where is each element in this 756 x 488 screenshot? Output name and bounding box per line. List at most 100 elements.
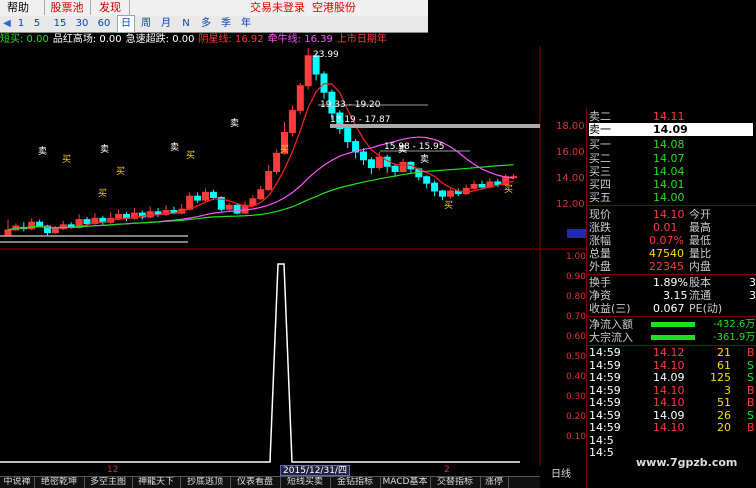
tick-price: 14.10: [653, 396, 685, 409]
tick-row: 14:59 14.09 125 S: [589, 371, 755, 384]
date-axis: 12 2: [0, 465, 540, 476]
login-status[interactable]: 交易未登录 空港股份: [250, 0, 356, 15]
ask2-price: 14.11: [653, 110, 685, 123]
tick-side: S: [747, 371, 754, 384]
watermark: www.7gpzb.com: [636, 456, 738, 469]
tick-volume: 20: [717, 421, 731, 434]
bid5-label: 买五: [589, 191, 611, 204]
tick-volume: 3: [724, 383, 731, 397]
candle-body: [446, 190, 454, 197]
indicator-axis-label-1: 0.90: [565, 272, 586, 282]
candlestick-chart[interactable]: 23.99 19.33 - 19.20 18.19 - 17.87 15.98 - 1…: [0, 46, 586, 466]
period-15[interactable]: 15: [50, 16, 70, 32]
candle-body: [51, 228, 59, 234]
tab-7[interactable]: 金钻指标: [330, 477, 381, 488]
tab-3[interactable]: 神龍天下: [132, 477, 181, 488]
tick-time: 14:59: [589, 396, 621, 409]
price-axis-16: 16.00: [556, 147, 585, 158]
candle-body: [391, 165, 399, 173]
vr-label: 量比: [689, 247, 711, 260]
signal-label: 卖: [38, 146, 47, 157]
tick-volume: 61: [717, 358, 731, 372]
tab-10[interactable]: 涨停: [480, 477, 509, 488]
quote-panel: 卖二 14.11 卖一 14.09 买一 14.08 买二 14.07 买三 14.04 …: [586, 108, 756, 487]
inner-label: 内盘: [689, 260, 711, 273]
price-axis-18: 18.00: [556, 121, 585, 132]
eps-label: 收益(三): [589, 302, 631, 315]
date-cursor: 2015/12/31/四: [280, 465, 350, 476]
bid4-price: 14.01: [653, 178, 685, 191]
period-month[interactable]: 月: [158, 16, 174, 32]
period-week[interactable]: 周: [138, 16, 154, 32]
candle-body: [83, 219, 91, 225]
signal-label: 买: [186, 150, 195, 161]
period-1[interactable]: 1: [14, 16, 28, 32]
tab-6[interactable]: 短线买卖: [280, 477, 331, 488]
bid1-label: 买一: [589, 138, 611, 151]
cap-value: 3: [749, 276, 756, 289]
discover-button[interactable]: 发现: [90, 0, 130, 15]
candle-body: [470, 184, 478, 189]
candle-body: [209, 191, 217, 199]
turnover-label: 换手: [589, 276, 611, 289]
indicator-legend-item-4: 牵牛线: 16.39: [267, 34, 333, 45]
range-label-2: 18.19 - 17.87: [330, 115, 391, 125]
candle-body: [367, 159, 375, 169]
tab-0[interactable]: 中说禅: [0, 477, 35, 488]
candle-body: [344, 128, 352, 143]
divider: [587, 205, 756, 206]
divider: [587, 316, 756, 317]
moving-averages-group: [7, 83, 514, 231]
candle-body: [423, 176, 431, 184]
nav-icon[interactable]: ◀: [2, 16, 12, 32]
price-axis-14: 14.00: [556, 173, 585, 184]
tick-side: S: [747, 358, 754, 372]
tab-1[interactable]: 绝密乾坤: [34, 477, 85, 488]
indicator-axis-label-4: 0.60: [565, 332, 586, 342]
nav-label: 净资: [589, 289, 611, 302]
tick-row: 14:5: [589, 434, 755, 447]
indicator-axis-label-3: 0.70: [565, 312, 586, 322]
period-n[interactable]: N: [178, 16, 194, 32]
bid3-label: 买三: [589, 165, 611, 178]
tick-row: 14:59 14.10 3 B: [589, 384, 755, 397]
candle-body: [273, 152, 281, 173]
stock-pool-button[interactable]: 股票池: [44, 0, 89, 15]
signal-label: 卖: [398, 144, 407, 155]
tab-2[interactable]: 多空主图: [84, 477, 133, 488]
moving-average-line-0: [7, 83, 514, 231]
period-quarter[interactable]: 季: [218, 16, 234, 32]
chg-label: 涨跌: [589, 221, 611, 234]
cap-label: 股本: [689, 276, 711, 289]
signal-label: 卖: [230, 118, 239, 129]
help-menu[interactable]: 帮助: [0, 0, 36, 15]
indicator-legend-item-1: 品红高场: 0.00: [52, 34, 122, 45]
tick-price: 14.10: [653, 358, 685, 372]
divider: [587, 274, 756, 275]
tab-4[interactable]: 抄底逃顶: [180, 477, 231, 488]
signal-label: 买: [98, 188, 107, 199]
signal-label: 买: [116, 166, 125, 177]
signal-label: 买: [62, 154, 71, 165]
period-30[interactable]: 30: [72, 16, 92, 32]
tab-9[interactable]: 交替指标: [430, 477, 481, 488]
vol-value: 47540: [649, 247, 684, 260]
outer-value: 22345: [649, 260, 684, 273]
candle-body: [288, 109, 296, 134]
period-year[interactable]: 年: [238, 16, 254, 32]
now-label: 现价: [589, 208, 611, 221]
tick-side: B: [747, 383, 755, 397]
period-5[interactable]: 5: [30, 16, 44, 32]
pct-label: 涨幅: [589, 234, 611, 247]
outer-label: 外盘: [589, 260, 611, 273]
signal-label: 卖: [170, 142, 179, 153]
bid3-price: 14.04: [653, 165, 685, 178]
tab-5[interactable]: 仪表看盘: [230, 477, 281, 488]
bid1-price: 14.08: [653, 138, 685, 151]
period-day[interactable]: 日: [117, 15, 135, 33]
period-multi[interactable]: 多: [198, 16, 214, 32]
bid5-price: 14.00: [653, 191, 685, 204]
period-60[interactable]: 60: [94, 16, 114, 32]
day-line-label[interactable]: 日线: [551, 465, 571, 480]
tab-8[interactable]: MACD基本: [380, 477, 431, 488]
